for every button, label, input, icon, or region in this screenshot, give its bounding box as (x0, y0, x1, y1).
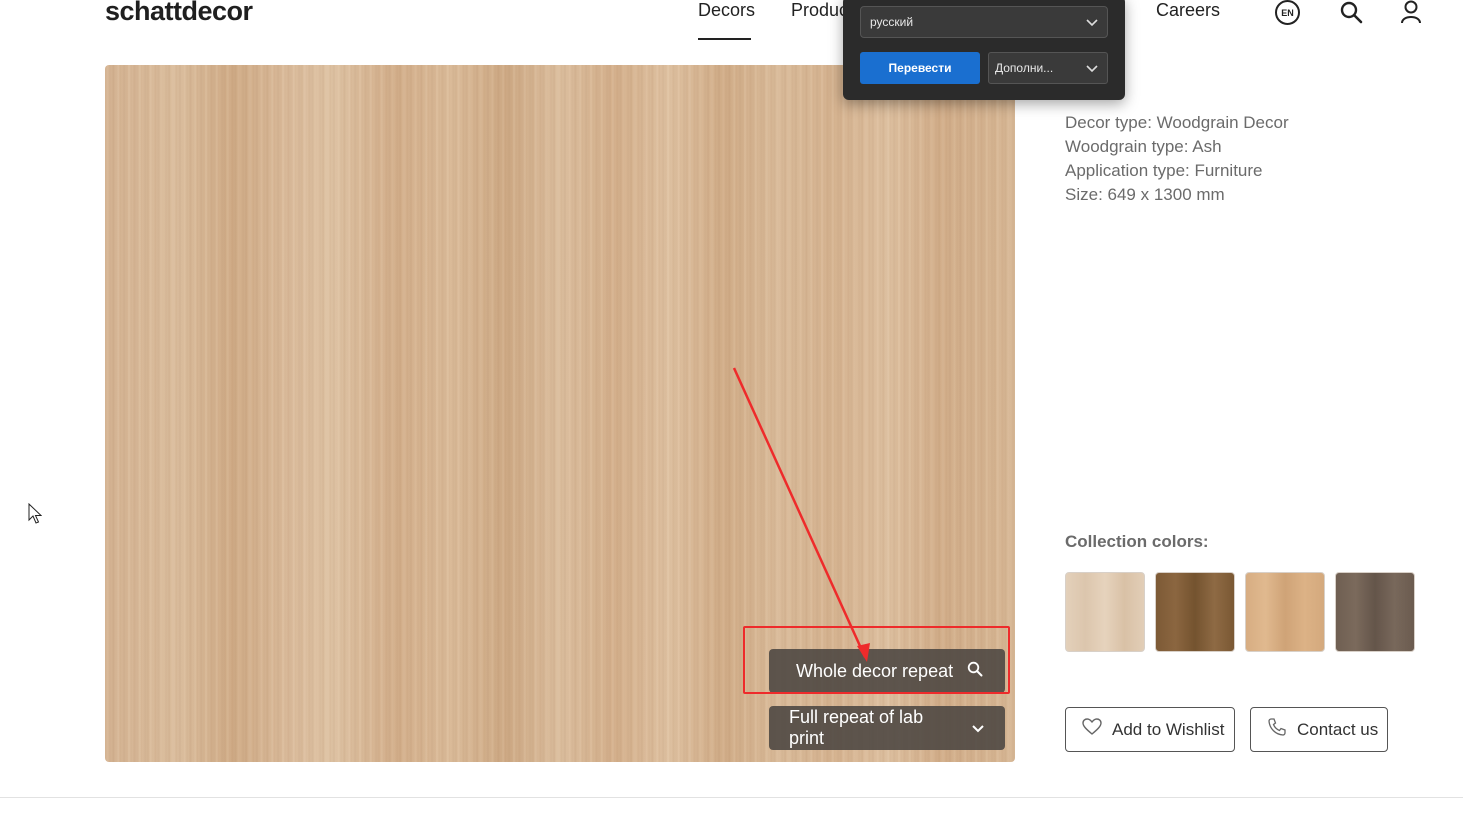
collection-swatch-4[interactable] (1335, 572, 1415, 652)
nav-decors[interactable]: Decors (698, 0, 755, 21)
nav-products[interactable]: Produc (791, 0, 848, 21)
heart-icon (1082, 718, 1102, 741)
target-language-select[interactable]: русский (860, 6, 1108, 38)
language-icon[interactable]: EN (1275, 0, 1300, 25)
page: schattdecor Decors Produc Careers EN Who… (0, 0, 1463, 822)
decor-info: Decor type: Woodgrain Decor Woodgrain ty… (1065, 111, 1289, 207)
logo[interactable]: schattdecor (105, 0, 253, 27)
decor-size: Size: 649 x 1300 mm (1065, 185, 1225, 204)
chevron-down-icon (1085, 61, 1099, 78)
application-type: Application type: Furniture (1065, 161, 1263, 180)
target-language-value: русский (870, 15, 914, 29)
nav-careers[interactable]: Careers (1156, 0, 1220, 21)
footer-divider (0, 797, 1463, 798)
annotation-highlight-box (743, 626, 1010, 694)
translate-button[interactable]: Перевести (860, 52, 980, 84)
contact-us-label: Contact us (1297, 719, 1379, 739)
contact-us-button[interactable]: Contact us (1250, 707, 1388, 752)
add-to-wishlist-button[interactable]: Add to Wishlist (1065, 707, 1235, 752)
search-icon[interactable] (1339, 0, 1363, 24)
collection-swatch-3[interactable] (1245, 572, 1325, 652)
collection-colors-title: Collection colors: (1065, 532, 1209, 551)
more-options-button[interactable]: Дополни... (988, 52, 1108, 84)
user-icon[interactable] (1400, 0, 1422, 24)
chevron-down-icon (971, 718, 985, 739)
mouse-cursor-icon (28, 503, 42, 524)
collection-swatch-1[interactable] (1065, 572, 1145, 652)
decor-type: Decor type: Woodgrain Decor (1065, 113, 1289, 132)
translate-popup: русский Перевести Дополни... (843, 0, 1125, 100)
collection-swatch-2[interactable] (1155, 572, 1235, 652)
woodgrain-type: Woodgrain type: Ash (1065, 137, 1222, 156)
phone-icon (1267, 717, 1287, 742)
more-options-label: Дополни... (995, 61, 1054, 75)
add-to-wishlist-label: Add to Wishlist (1112, 719, 1225, 739)
full-repeat-lab-print-label: Full repeat of lab print (789, 707, 924, 748)
full-repeat-lab-print-button[interactable]: Full repeat of lab print (769, 706, 1005, 750)
chevron-down-icon (1085, 15, 1099, 32)
nav-active-underline (698, 38, 751, 40)
